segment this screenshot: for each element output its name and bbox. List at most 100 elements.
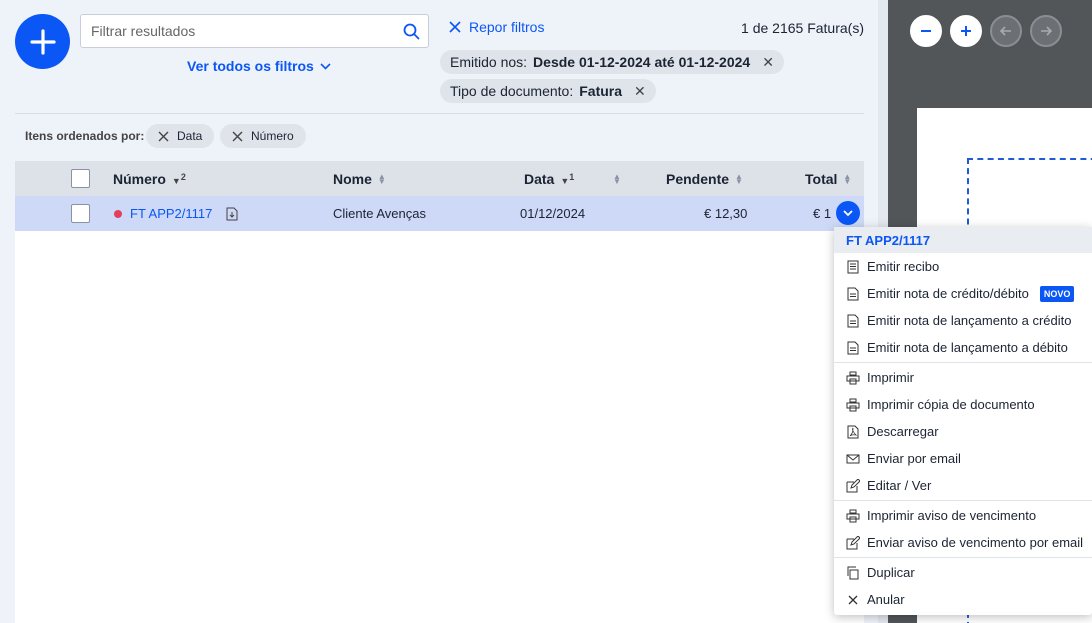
menu-item-nota-credito-debito[interactable]: Emitir nota de crédito/débito NOVO — [834, 280, 1092, 307]
edit-icon — [846, 535, 860, 549]
sort-icon: ▲ ▼ — [735, 171, 743, 186]
menu-item-enviar-aviso-email[interactable]: Enviar aviso de vencimento por email — [834, 529, 1092, 556]
remove-filter-icon[interactable]: ✕ — [762, 54, 774, 71]
menu-item-label: Emitir recibo — [867, 259, 940, 274]
filter-chip-date: Emitido nos: Desde 01-12-2024 até 01-12-… — [440, 50, 784, 74]
menu-item-enviar-email[interactable]: Enviar por email — [834, 445, 1092, 472]
menu-item-descarregar[interactable]: Descarregar — [834, 418, 1092, 445]
receipt-icon — [847, 260, 859, 273]
menu-separator — [834, 500, 1092, 501]
row-checkbox[interactable] — [71, 196, 90, 231]
status-dot — [114, 209, 122, 218]
menu-item-nota-lancamento-credito[interactable]: Emitir nota de lançamento a crédito — [834, 307, 1092, 334]
document-icon — [847, 287, 859, 300]
menu-item-imprimir[interactable]: Imprimir — [834, 364, 1092, 391]
add-document-button[interactable] — [15, 14, 70, 69]
close-icon — [449, 21, 461, 33]
remove-filter-icon[interactable]: ✕ — [634, 83, 646, 100]
zoom-in-button[interactable] — [950, 15, 982, 47]
row-total: € 1 — [813, 206, 832, 221]
menu-item-editar-ver[interactable]: Editar / Ver — [834, 472, 1092, 499]
sort-chip-numero[interactable]: Número — [220, 124, 306, 148]
zoom-out-button[interactable] — [910, 15, 942, 47]
menu-item-imprimir-aviso[interactable]: Imprimir aviso de vencimento — [834, 502, 1092, 529]
printer-icon — [846, 371, 860, 384]
menu-separator — [834, 557, 1092, 558]
menu-item-label: Imprimir aviso de vencimento — [867, 508, 1037, 523]
chevron-down-icon — [320, 62, 331, 70]
previous-page-button[interactable] — [990, 15, 1022, 47]
filter-chip-value: Fatura — [579, 83, 623, 99]
document-icon — [847, 314, 859, 327]
header-numero[interactable]: Número ▼2 — [113, 161, 186, 196]
printer-icon — [846, 509, 860, 522]
close-icon — [848, 595, 858, 604]
row-actions-button[interactable] — [836, 201, 860, 225]
close-icon — [232, 131, 243, 141]
menu-item-label: Imprimir cópia de documento — [867, 397, 1035, 412]
menu-item-label: Editar / Ver — [867, 478, 932, 493]
reset-filters-label: Repor filtros — [469, 19, 545, 35]
sort-icon: ▲ ▼ — [613, 171, 621, 186]
sort-label: Itens ordenados por: — [25, 129, 145, 143]
header-label: Nome — [333, 170, 372, 187]
menu-item-duplicar[interactable]: Duplicar — [834, 559, 1092, 586]
header-data[interactable]: Data ▼1 — [524, 161, 574, 196]
header-label: Data — [524, 170, 555, 187]
select-all-checkbox[interactable] — [71, 161, 90, 196]
filter-chip-key: Emitido nos: — [450, 54, 528, 70]
menu-item-emitir-recibo[interactable]: Emitir recibo — [834, 253, 1092, 280]
sort-chip-data[interactable]: Data — [146, 124, 215, 148]
sort-order: 2 — [180, 171, 186, 182]
sort-chip-label: Data — [177, 129, 203, 143]
document-number-link[interactable]: FT APP2/1117 — [130, 206, 212, 221]
menu-item-anular[interactable]: Anular — [834, 586, 1092, 613]
chevron-down-icon — [843, 209, 853, 216]
menu-separator — [834, 362, 1092, 363]
menu-item-label: Anular — [867, 592, 905, 607]
all-filters-toggle[interactable]: Ver todos os filtros — [187, 58, 331, 74]
search-input[interactable] — [81, 15, 394, 47]
menu-item-label: Emitir nota de crédito/débito — [867, 286, 1029, 301]
header-extra-sort[interactable]: ▲ ▼ — [613, 161, 621, 196]
next-page-button[interactable] — [1030, 15, 1062, 47]
reset-filters-button[interactable]: Repor filtros — [449, 19, 544, 35]
filter-chip-doc-type: Tipo de documento: Fatura ✕ — [440, 79, 656, 103]
table-row[interactable]: FT APP2/1117 Cliente Avenças 01/12/2024 … — [15, 196, 864, 231]
row-nome: Cliente Avenças — [333, 206, 426, 221]
minus-icon — [921, 30, 931, 32]
menu-item-label: Enviar aviso de vencimento por email — [867, 535, 1084, 550]
search-icon[interactable] — [394, 14, 428, 48]
document-attachment-icon[interactable] — [226, 207, 238, 221]
menu-item-label: Descarregar — [867, 424, 939, 439]
search-box — [80, 14, 429, 48]
row-numero: FT APP2/1117 — [114, 196, 238, 231]
menu-item-label: Emitir nota de lançamento a crédito — [867, 313, 1072, 328]
document-icon — [847, 341, 859, 354]
header-nome[interactable]: Nome ▲ ▼ — [333, 161, 386, 196]
menu-item-label: Duplicar — [867, 565, 915, 580]
header-label: Pendente — [666, 170, 730, 187]
menu-title: FT APP2/1117 — [834, 227, 1092, 253]
menu-item-label: Enviar por email — [867, 451, 961, 466]
header-label: Número — [113, 170, 166, 187]
sort-icon: ▲ ▼ — [843, 171, 852, 186]
printer-icon — [846, 398, 860, 411]
header-pendente[interactable]: Pendente ▲ ▼ — [666, 161, 743, 196]
sort-icon: ▲ ▼ — [377, 171, 386, 186]
edit-icon — [846, 478, 860, 492]
documents-table: Número ▼2 Nome ▲ ▼ Data ▼1 ▲ ▼ Pendente ▲ ▼… — [15, 161, 864, 623]
all-filters-label: Ver todos os filtros — [187, 58, 314, 74]
header-total[interactable]: Total ▲ ▼ — [805, 161, 851, 196]
copy-icon — [847, 566, 859, 579]
documents-list-panel: Ver todos os filtros Repor filtros 1 de … — [0, 0, 878, 623]
sort-desc-icon: ▼1 — [560, 171, 575, 186]
arrow-right-icon — [1041, 26, 1053, 36]
row-actions-menu: FT APP2/1117 Emitir recibo Emitir nota d… — [834, 227, 1092, 615]
sort-desc-icon: ▼2 — [171, 171, 186, 186]
row-data: 01/12/2024 — [520, 206, 586, 221]
sort-order: 1 — [569, 171, 575, 182]
menu-item-nota-lancamento-debito[interactable]: Emitir nota de lançamento a débito — [834, 334, 1092, 361]
menu-item-imprimir-copia[interactable]: Imprimir cópia de documento — [834, 391, 1092, 418]
menu-item-label: Emitir nota de lançamento a débito — [867, 340, 1068, 355]
